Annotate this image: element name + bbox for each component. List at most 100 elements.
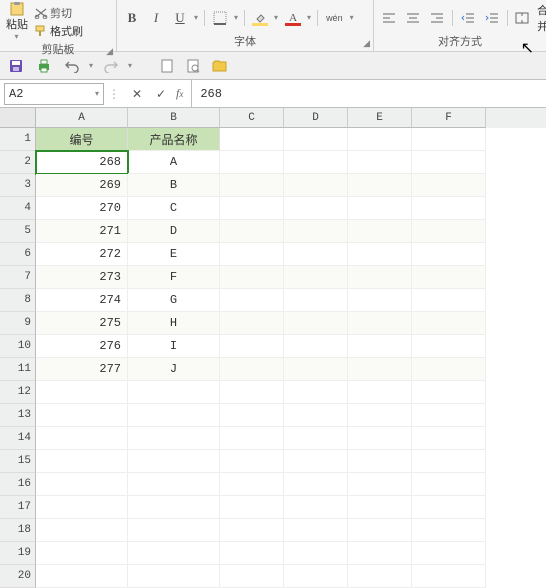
cell[interactable] <box>128 473 220 496</box>
redo-button[interactable] <box>101 57 121 75</box>
dialog-launcher-icon[interactable]: ◢ <box>363 38 370 49</box>
cell[interactable] <box>284 496 348 519</box>
cell[interactable] <box>412 243 486 266</box>
cell[interactable] <box>348 496 412 519</box>
format-painter-button[interactable]: 格式刷 <box>34 23 83 39</box>
cell[interactable] <box>348 542 412 565</box>
row-header[interactable]: 2 <box>0 151 36 174</box>
cell[interactable] <box>284 312 348 335</box>
cell[interactable] <box>348 427 412 450</box>
col-header-D[interactable]: D <box>284 108 348 128</box>
cell[interactable] <box>284 358 348 381</box>
cell[interactable] <box>284 289 348 312</box>
col-header-A[interactable]: A <box>36 108 128 128</box>
cell[interactable] <box>284 404 348 427</box>
cell[interactable] <box>284 427 348 450</box>
col-header-E[interactable]: E <box>348 108 412 128</box>
row-header[interactable]: 14 <box>0 427 36 450</box>
cell[interactable] <box>412 542 486 565</box>
cell[interactable]: C <box>128 197 220 220</box>
name-box[interactable]: A2 ▾ <box>4 83 104 105</box>
cell[interactable] <box>284 151 348 174</box>
cell[interactable] <box>412 473 486 496</box>
cell[interactable] <box>348 243 412 266</box>
cell[interactable] <box>220 335 284 358</box>
formula-input[interactable]: 268 <box>191 80 546 107</box>
cell[interactable] <box>412 427 486 450</box>
cell[interactable] <box>36 427 128 450</box>
cell[interactable] <box>220 542 284 565</box>
cell[interactable]: 编号 <box>36 128 128 151</box>
cell[interactable]: 272 <box>36 243 128 266</box>
cell[interactable] <box>348 197 412 220</box>
row-header[interactable]: 11 <box>0 358 36 381</box>
align-right-button[interactable] <box>428 9 446 27</box>
cell[interactable] <box>128 427 220 450</box>
cell[interactable]: 269 <box>36 174 128 197</box>
select-all-corner[interactable] <box>0 108 36 128</box>
cell[interactable]: 268 <box>36 151 128 174</box>
col-header-B[interactable]: B <box>128 108 220 128</box>
cell[interactable] <box>128 381 220 404</box>
cell[interactable] <box>220 565 284 588</box>
border-button[interactable] <box>211 9 229 27</box>
bold-button[interactable]: B <box>123 9 141 27</box>
cell[interactable] <box>36 450 128 473</box>
cut-button[interactable]: 剪切 <box>34 5 83 21</box>
cell[interactable] <box>284 128 348 151</box>
decrease-indent-button[interactable] <box>459 9 477 27</box>
dialog-launcher-icon[interactable]: ◢ <box>106 46 113 57</box>
cell[interactable] <box>128 565 220 588</box>
font-color-button[interactable]: A <box>284 10 302 26</box>
cell[interactable]: 产品名称 <box>128 128 220 151</box>
cell[interactable]: 270 <box>36 197 128 220</box>
cell[interactable] <box>220 381 284 404</box>
cell[interactable] <box>348 450 412 473</box>
cell[interactable] <box>220 473 284 496</box>
cell[interactable] <box>128 450 220 473</box>
cell[interactable] <box>348 151 412 174</box>
cell[interactable] <box>348 404 412 427</box>
print-button[interactable] <box>34 57 54 75</box>
cell[interactable] <box>220 174 284 197</box>
cell[interactable] <box>220 197 284 220</box>
pinyin-button[interactable]: wén <box>324 9 345 27</box>
cell[interactable] <box>220 128 284 151</box>
cell[interactable] <box>348 289 412 312</box>
increase-indent-button[interactable] <box>483 9 501 27</box>
col-header-C[interactable]: C <box>220 108 284 128</box>
cell[interactable] <box>128 519 220 542</box>
cell[interactable] <box>284 542 348 565</box>
cells[interactable]: 编号产品名称268A269B270C271D272E273F274G275H27… <box>36 128 486 588</box>
confirm-button[interactable]: ✓ <box>152 85 170 103</box>
cell[interactable] <box>284 565 348 588</box>
cell[interactable] <box>284 450 348 473</box>
cell[interactable] <box>220 358 284 381</box>
cell[interactable]: B <box>128 174 220 197</box>
cell[interactable]: D <box>128 220 220 243</box>
cell[interactable] <box>412 358 486 381</box>
cell[interactable] <box>412 151 486 174</box>
chevron-down-icon[interactable]: ▾ <box>89 61 93 70</box>
cell[interactable] <box>412 450 486 473</box>
cell[interactable] <box>412 335 486 358</box>
cell[interactable]: 275 <box>36 312 128 335</box>
cell[interactable] <box>412 565 486 588</box>
cell[interactable] <box>412 381 486 404</box>
cell[interactable] <box>412 128 486 151</box>
row-header[interactable]: 16 <box>0 473 36 496</box>
row-header[interactable]: 5 <box>0 220 36 243</box>
cell[interactable] <box>412 404 486 427</box>
row-header[interactable]: 20 <box>0 565 36 588</box>
cell[interactable]: J <box>128 358 220 381</box>
row-header[interactable]: 7 <box>0 266 36 289</box>
row-header[interactable]: 3 <box>0 174 36 197</box>
cell[interactable] <box>348 335 412 358</box>
cell[interactable] <box>220 312 284 335</box>
row-header[interactable]: 17 <box>0 496 36 519</box>
row-header[interactable]: 18 <box>0 519 36 542</box>
cell[interactable] <box>348 174 412 197</box>
paste-button[interactable]: 粘贴 ▾ <box>6 2 30 41</box>
cell[interactable] <box>128 542 220 565</box>
cell[interactable] <box>284 519 348 542</box>
